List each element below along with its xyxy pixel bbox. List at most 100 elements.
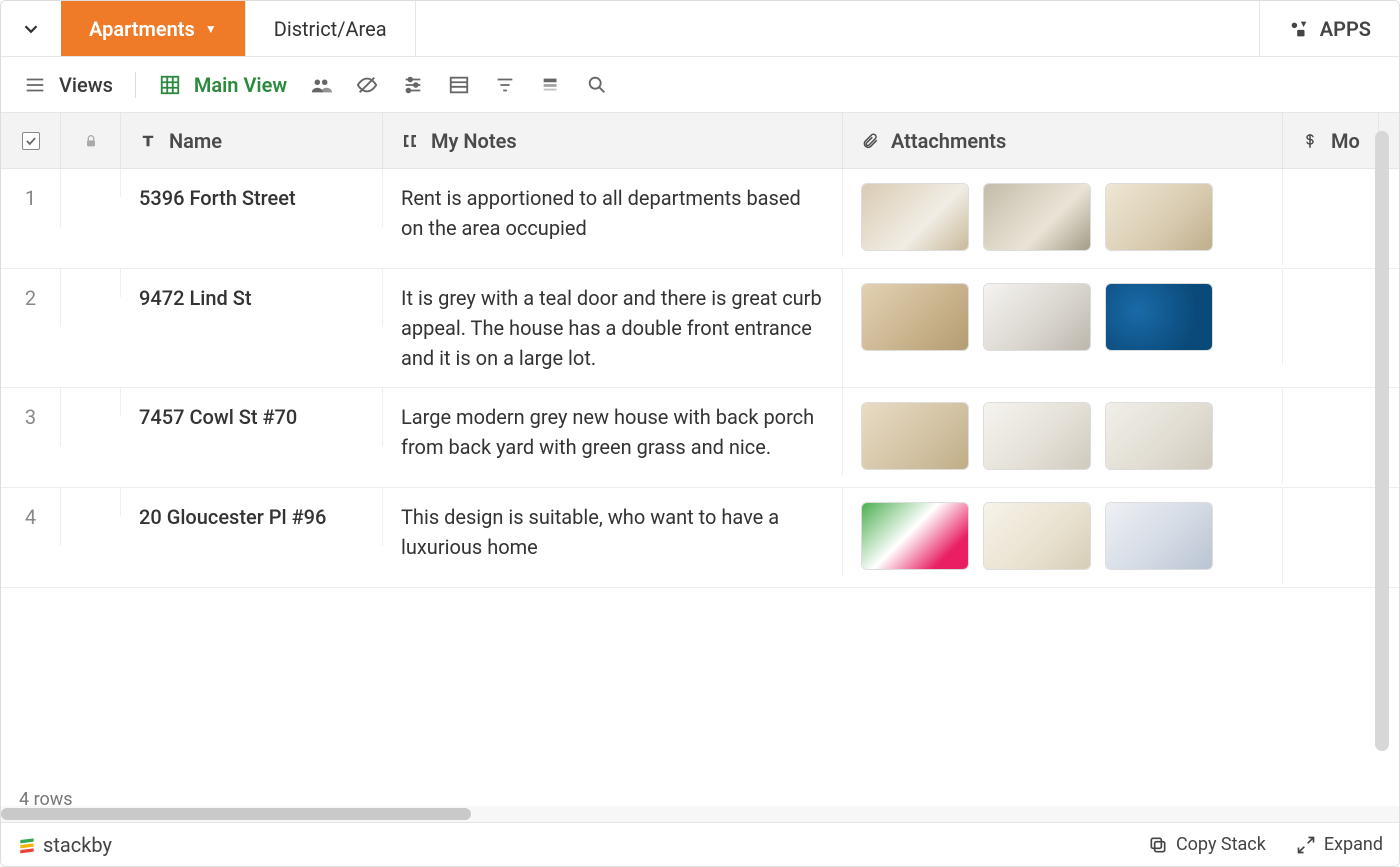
column-header-notes[interactable]: My Notes [383, 113, 843, 168]
attachment-thumbnail[interactable] [1105, 502, 1213, 570]
cell-attachments[interactable] [843, 269, 1283, 365]
apps-button-label: APPS [1320, 17, 1371, 41]
expand-button[interactable]: Expand [1296, 834, 1383, 855]
hide-fields-icon[interactable] [355, 73, 379, 97]
hamburger-icon [23, 73, 47, 97]
column-header-label: Name [169, 129, 222, 153]
cell-name[interactable]: 9472 Lind St [121, 269, 383, 327]
cell-notes[interactable]: This design is suitable, who want to hav… [383, 488, 843, 576]
tab-label: District/Area [274, 17, 387, 41]
row-lock-cell [61, 269, 121, 297]
brand-mark-icon [17, 835, 37, 855]
cell-money[interactable] [1283, 488, 1379, 516]
brand[interactable]: stackby [17, 833, 112, 857]
attachment-thumbnail[interactable] [861, 183, 969, 251]
expand-icon [1296, 835, 1316, 855]
attachment-thumbnail[interactable] [983, 502, 1091, 570]
attachment-thumbnail[interactable] [1105, 402, 1213, 470]
footer: stackby Copy Stack Expand [1, 822, 1399, 866]
copy-stack-button[interactable]: Copy Stack [1148, 834, 1266, 855]
vertical-scrollbar[interactable] [1375, 131, 1389, 751]
data-grid: Name My Notes Attachments Mo 1 5396 Forth… [1, 113, 1399, 822]
tab-district-area[interactable]: District/Area [246, 1, 416, 56]
attachment-thumbnail[interactable] [983, 402, 1091, 470]
row-number[interactable]: 2 [1, 269, 61, 327]
settings-sliders-icon[interactable] [401, 73, 425, 97]
chevron-down-icon [20, 18, 42, 40]
copy-stack-label: Copy Stack [1176, 834, 1266, 855]
cell-notes[interactable]: Large modern grey new house with back po… [383, 388, 843, 476]
row-lock-cell [61, 169, 121, 197]
select-all-checkbox[interactable] [1, 113, 61, 168]
paperclip-icon [861, 132, 879, 150]
table-row[interactable]: 4 20 Gloucester Pl #96This design is suit… [1, 488, 1399, 588]
brand-label: stackby [43, 833, 112, 857]
long-text-icon [401, 132, 419, 150]
text-type-icon [139, 132, 157, 150]
row-count-label: 4 rows [19, 786, 73, 806]
lock-icon [83, 133, 99, 149]
main-view-label: Main View [194, 73, 287, 97]
cell-money[interactable] [1283, 388, 1379, 416]
attachment-thumbnail[interactable] [983, 183, 1091, 251]
column-header-label: My Notes [431, 129, 517, 153]
cell-notes[interactable]: It is grey with a teal door and there is… [383, 269, 843, 387]
row-number[interactable]: 3 [1, 388, 61, 446]
column-header-name[interactable]: Name [121, 113, 383, 168]
cell-attachments[interactable] [843, 388, 1283, 484]
column-header-money[interactable]: Mo [1283, 113, 1379, 168]
locked-field-indicator [61, 113, 121, 168]
main-view-button[interactable]: Main View [158, 73, 287, 97]
filter-icon[interactable] [493, 73, 517, 97]
column-header-label: Mo [1331, 129, 1360, 153]
row-number[interactable]: 4 [1, 488, 61, 546]
attachment-thumbnail[interactable] [861, 402, 969, 470]
copy-icon [1148, 835, 1168, 855]
tab-label: Apartments [89, 17, 195, 41]
collaborators-icon[interactable] [309, 73, 333, 97]
app-window: Apartments ▼ District/Area APPS Views Ma… [0, 0, 1400, 867]
attachment-thumbnail[interactable] [983, 283, 1091, 351]
attachment-thumbnail[interactable] [861, 283, 969, 351]
cell-name[interactable]: 5396 Forth Street [121, 169, 383, 227]
view-toolbar: Views Main View [1, 57, 1399, 113]
cell-money[interactable] [1283, 269, 1379, 297]
views-label: Views [59, 73, 113, 97]
cell-name[interactable]: 20 Gloucester Pl #96 [121, 488, 383, 546]
list-view-icon[interactable] [447, 73, 471, 97]
row-count-band: 4 rows [1, 778, 1399, 806]
dropdown-triangle-icon: ▼ [205, 22, 217, 36]
cell-name[interactable]: 7457 Cowl St #70 [121, 388, 383, 446]
expand-label: Expand [1324, 834, 1383, 855]
row-lock-cell [61, 388, 121, 416]
row-height-icon[interactable] [539, 73, 563, 97]
table-body: 1 5396 Forth StreetRent is apportioned to… [1, 169, 1399, 778]
attachment-thumbnail[interactable] [1105, 183, 1213, 251]
search-icon[interactable] [585, 73, 609, 97]
cell-notes[interactable]: Rent is apportioned to all departments b… [383, 169, 843, 257]
column-header-attachments[interactable]: Attachments [843, 113, 1283, 168]
table-row[interactable]: 1 5396 Forth StreetRent is apportioned to… [1, 169, 1399, 269]
table-row[interactable]: 2 9472 Lind StIt is grey with a teal door… [1, 269, 1399, 388]
views-button[interactable]: Views [23, 73, 113, 97]
row-lock-cell [61, 488, 121, 516]
tabs-collapse-button[interactable] [1, 1, 61, 56]
shapes-icon [1288, 18, 1310, 40]
attachment-thumbnail[interactable] [861, 502, 969, 570]
cell-attachments[interactable] [843, 169, 1283, 265]
cell-attachments[interactable] [843, 488, 1283, 584]
dollar-icon [1301, 132, 1319, 150]
apps-button[interactable]: APPS [1259, 1, 1399, 56]
separator [135, 72, 136, 98]
horizontal-scrollbar[interactable] [1, 806, 1399, 822]
table-row[interactable]: 3 7457 Cowl St #70Large modern grey new h… [1, 388, 1399, 488]
grid-icon [158, 73, 182, 97]
column-header-label: Attachments [891, 129, 1006, 153]
scrollbar-thumb[interactable] [1, 808, 471, 820]
cell-money[interactable] [1283, 169, 1379, 197]
row-number[interactable]: 1 [1, 169, 61, 227]
attachment-thumbnail[interactable] [1105, 283, 1213, 351]
table-header: Name My Notes Attachments Mo [1, 113, 1399, 169]
tab-apartments[interactable]: Apartments ▼ [61, 1, 246, 56]
tabs-bar: Apartments ▼ District/Area APPS [1, 1, 1399, 57]
